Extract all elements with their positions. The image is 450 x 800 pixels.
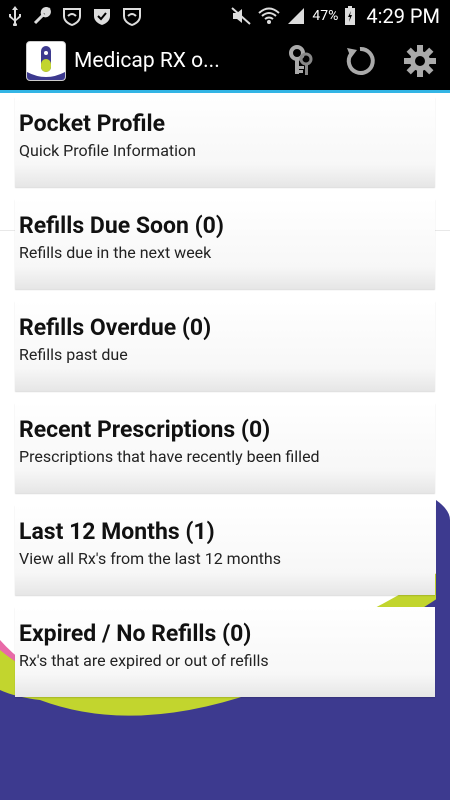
- menu-item-recent-prescriptions[interactable]: Recent Prescriptions (0) Prescriptions t…: [15, 403, 435, 493]
- keys-icon: [285, 44, 315, 78]
- app-title: Medicap RX o...: [74, 49, 220, 73]
- menu-item-expired-no-refills[interactable]: Expired / No Refills (0) Rx's that are e…: [15, 607, 435, 697]
- mute-icon: [230, 6, 252, 26]
- menu-item-last-12-months[interactable]: Last 12 Months (1) View all Rx's from th…: [15, 505, 435, 595]
- menu-item-title: Refills Overdue (0): [19, 314, 212, 341]
- wifi-shield-icon: [122, 6, 142, 26]
- wifi-icon: [258, 6, 281, 26]
- menu-item-subtitle: Prescriptions that have recently been fi…: [19, 447, 320, 466]
- menu-item-title: Recent Prescriptions (0): [19, 416, 271, 443]
- status-bar: 47% 4:29 PM: [0, 0, 450, 32]
- app-logo[interactable]: [26, 41, 66, 81]
- wifi-shield-icon: [62, 6, 82, 26]
- refresh-button[interactable]: [330, 32, 390, 90]
- action-bar: Medicap RX o...: [0, 32, 450, 93]
- usb-icon: [8, 6, 22, 26]
- battery-percent: 47%: [312, 8, 339, 24]
- menu-item-title: Expired / No Refills (0): [19, 620, 252, 647]
- menu-item-subtitle: Quick Profile Information: [19, 141, 196, 160]
- menu-item-subtitle: Refills due in the next week: [19, 243, 212, 262]
- menu-item-refills-overdue[interactable]: Refills Overdue (0) Refills past due: [15, 301, 435, 391]
- menu-item-title: Last 12 Months (1): [19, 518, 215, 545]
- menu-item-title: Refills Due Soon (0): [19, 212, 224, 239]
- refresh-icon: [343, 44, 377, 78]
- menu-item-subtitle: Rx's that are expired or out of refills: [19, 651, 269, 670]
- menu-item-title: Pocket Profile: [19, 110, 166, 137]
- battery-charging-icon: [344, 6, 356, 26]
- menu-item-subtitle: View all Rx's from the last 12 months: [19, 549, 281, 568]
- clock-time: 4:29 PM: [366, 4, 440, 28]
- settings-button[interactable]: [390, 32, 450, 90]
- shield-check-icon: [92, 6, 112, 26]
- menu-item-pocket-profile[interactable]: Pocket Profile Quick Profile Information: [15, 97, 435, 187]
- signal-icon: [286, 6, 306, 26]
- keys-button[interactable]: [270, 32, 330, 90]
- gear-icon: [403, 44, 437, 78]
- menu-item-refills-due-soon[interactable]: Refills Due Soon (0) Refills due in the …: [15, 199, 435, 289]
- menu-item-subtitle: Refills past due: [19, 345, 128, 364]
- wrench-icon: [32, 6, 52, 26]
